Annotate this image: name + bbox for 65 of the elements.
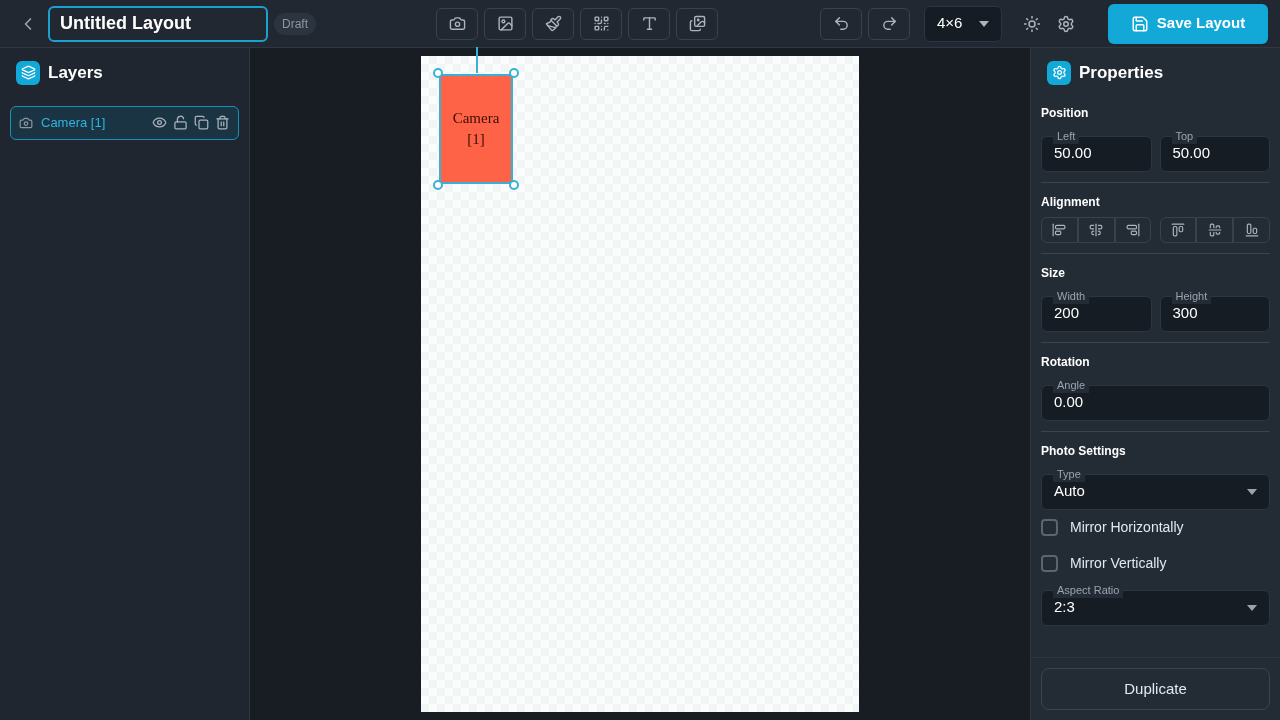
panel-title: Properties: [1079, 62, 1164, 84]
undo-icon: [832, 15, 850, 32]
align-button[interactable]: [1114, 216, 1152, 243]
align-left-icon: [1052, 222, 1067, 237]
gear-icon: [1047, 60, 1071, 85]
align-button[interactable]: [1159, 216, 1197, 243]
resize-handle[interactable]: [433, 68, 443, 78]
gallery-icon: [688, 15, 706, 32]
status-badge: Draft: [274, 12, 316, 35]
checkbox[interactable]: [1041, 555, 1058, 572]
title-field[interactable]: Untitled Layout: [48, 5, 268, 42]
image-icon: [496, 15, 514, 32]
checkbox-label: Mirror Horizontally: [1070, 518, 1184, 537]
tool-button[interactable]: [532, 7, 574, 40]
align-button[interactable]: [1196, 216, 1234, 243]
resize-handle[interactable]: [433, 180, 443, 190]
size-select[interactable]: 4×6: [924, 5, 1002, 42]
resize-handle[interactable]: [509, 68, 519, 78]
resize-handle[interactable]: [509, 180, 519, 190]
section-title: Position: [1041, 104, 1090, 122]
panel-title: Layers: [48, 62, 103, 84]
rotate-handle[interactable]: [476, 47, 478, 73]
redo-icon: [880, 15, 898, 32]
qr-code-icon: [592, 15, 610, 32]
caret-icon: [1247, 604, 1257, 611]
checkbox-label: Mirror Vertically: [1070, 554, 1167, 573]
settings-icon: [1057, 14, 1075, 33]
section-title: Size: [1041, 264, 1066, 282]
section-title: Alignment: [1041, 193, 1101, 211]
tool-button[interactable]: [484, 7, 526, 40]
text-icon: [640, 15, 658, 32]
section-title: Photo Settings: [1041, 442, 1127, 460]
duplicate-button[interactable]: Duplicate: [1041, 668, 1270, 710]
align-button[interactable]: [1041, 216, 1078, 243]
align-center-icon: [1089, 222, 1104, 237]
copy-icon[interactable]: [194, 115, 209, 130]
camera-icon: [448, 15, 466, 32]
align-right-icon: [1126, 222, 1141, 237]
tool-button[interactable]: [628, 7, 670, 40]
camera-placeholder[interactable]: Camera [1]: [439, 74, 513, 184]
tool-button[interactable]: [676, 7, 718, 40]
align-bottom-icon: [1244, 222, 1259, 237]
align-button[interactable]: [1233, 216, 1270, 243]
save-icon: [1130, 14, 1149, 33]
caret-icon: [979, 20, 989, 27]
align-button[interactable]: [1077, 216, 1115, 243]
caret-icon: [1247, 488, 1257, 495]
sun-icon: [1023, 14, 1041, 33]
tool-button[interactable]: [436, 7, 478, 40]
undo-button[interactable]: [820, 7, 862, 40]
brush-icon: [544, 15, 562, 32]
unlocked-icon[interactable]: [173, 115, 188, 130]
checkbox[interactable]: [1041, 519, 1058, 536]
redo-button[interactable]: [868, 7, 910, 40]
trash-icon[interactable]: [215, 115, 230, 130]
layer-name: Camera [1]: [41, 113, 106, 132]
tool-button[interactable]: [580, 7, 622, 40]
align-middle-icon: [1207, 222, 1222, 237]
camera-icon: [19, 115, 33, 130]
layer-item[interactable]: Camera [1]: [10, 105, 239, 140]
eye-icon[interactable]: [152, 115, 167, 130]
placeholder-label: Camera [1]: [451, 109, 501, 149]
section-title: Rotation: [1041, 353, 1091, 371]
layers-icon: [16, 60, 40, 85]
align-top-icon: [1170, 222, 1185, 237]
